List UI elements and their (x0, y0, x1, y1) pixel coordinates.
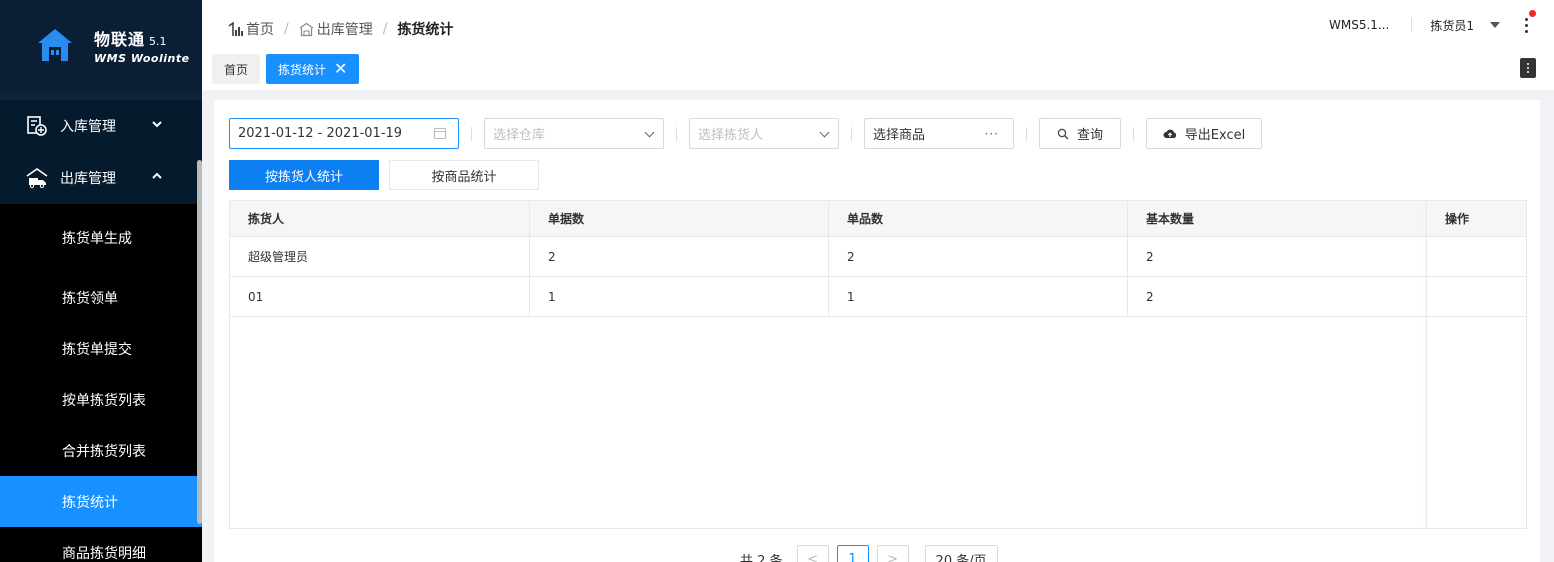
table-cell: 2 (1128, 277, 1427, 316)
caret-down-icon[interactable] (1490, 22, 1500, 28)
menu-group-label: 出库管理 (60, 171, 116, 187)
table-cell: 2 (530, 237, 829, 276)
chevron-up-icon (152, 172, 162, 179)
more-vertical-icon[interactable] (1520, 10, 1536, 34)
pagination: 共 2 条 < 1 > 20 条/页 (740, 545, 998, 562)
tab-by-picker[interactable]: 按拣货人统计 (229, 160, 379, 190)
cloud-upload-icon (1163, 129, 1176, 138)
page-size-select[interactable]: 20 条/页 (924, 545, 998, 562)
home-icon (228, 21, 243, 36)
system-selector[interactable]: WMS5.1... (1329, 18, 1389, 32)
table-cell: 2 (1128, 237, 1427, 276)
sidebar-item-pick-submit[interactable]: 拣货单提交 (0, 323, 202, 374)
product-select[interactable]: 选择商品 ··· (864, 118, 1014, 149)
sidebar-item-product-pick-detail[interactable]: 商品拣货明细 (0, 527, 202, 562)
menu-group-inbound[interactable]: 入库管理 (0, 100, 202, 152)
outbound-truck-icon (26, 168, 48, 189)
header-right: WMS5.1... 拣货员1 (1329, 10, 1536, 34)
search-icon (1057, 128, 1069, 139)
logo[interactable]: 物联通 5.1 WMS Woolinte (0, 0, 202, 90)
chevron-down-icon (819, 127, 830, 138)
warehouse-select[interactable]: 选择仓库 (484, 118, 664, 149)
table-header: 拣货人 单据数 单品数 基本数量 操作 (230, 201, 1526, 237)
notification-dot (1529, 10, 1536, 17)
menu-group-label: 入库管理 (60, 119, 116, 135)
column-header[interactable]: 单品数 (829, 201, 1128, 236)
house-logo-icon (38, 29, 72, 61)
ellipsis-icon: ··· (984, 127, 999, 141)
statistics-table: 拣货人 单据数 单品数 基本数量 操作 超级管理员 2 2 2 01 1 1 2 (229, 200, 1527, 529)
inbound-icon (27, 116, 47, 136)
chevron-down-icon (152, 121, 162, 128)
sidebar-item-merged-pick-list[interactable]: 合并拣货列表 (0, 425, 202, 476)
breadcrumb-current: 拣货统计 (397, 22, 454, 38)
table-cell (1427, 237, 1526, 276)
fixed-column-divider (1426, 201, 1427, 528)
header: 首页 / 出库管理 / 拣货统计 WMS5.1... 拣货员1 首页 拣货统计 … (202, 0, 1554, 90)
column-header[interactable]: 单据数 (530, 201, 829, 236)
sidebar-item-pick-by-order[interactable]: 按单拣货列表 (0, 374, 202, 425)
breadcrumb: 首页 / 出库管理 / 拣货统计 (228, 19, 453, 39)
picker-select[interactable]: 选择拣货人 (689, 118, 839, 149)
calendar-icon (434, 128, 446, 139)
table-cell (1427, 277, 1526, 316)
filter-bar: 2021-01-12 - 2021-01-19 选择仓库 选择拣货人 选择商品 … (229, 118, 1262, 149)
stat-mode-tabs: 按拣货人统计 按商品统计 (229, 160, 549, 190)
next-page-button[interactable]: > (876, 545, 909, 562)
table-cell: 2 (829, 237, 1128, 276)
table-row[interactable]: 超级管理员 2 2 2 (230, 237, 1526, 277)
outbound-submenu: 拣货单生成 拣货领单 拣货单提交 按单拣货列表 合并拣货列表 拣货统计 商品拣货… (0, 204, 202, 562)
sidebar-item-pick-statistics[interactable]: 拣货统计 (0, 476, 202, 527)
total-count: 共 2 条 (740, 553, 783, 562)
warehouse-icon (299, 22, 314, 36)
page-number[interactable]: 1 (836, 545, 869, 562)
main-content: 2021-01-12 - 2021-01-19 选择仓库 选择拣货人 选择商品 … (214, 100, 1540, 562)
sidebar-item-pick-list-generate[interactable]: 拣货单生成 (0, 204, 202, 272)
table-cell: 01 (230, 277, 530, 316)
close-icon[interactable]: ✕ (334, 61, 347, 77)
user-name[interactable]: 拣货员1 (1430, 17, 1474, 34)
breadcrumb-home[interactable]: 首页 (246, 19, 274, 39)
table-cell: 1 (530, 277, 829, 316)
menu-group-outbound[interactable]: 出库管理 (0, 152, 202, 204)
query-button[interactable]: 查询 (1039, 118, 1121, 149)
column-header: 操作 (1445, 212, 1470, 226)
column-header[interactable]: 拣货人 (230, 201, 530, 236)
tab-pick-statistics[interactable]: 拣货统计 ✕ (266, 54, 360, 84)
column-header[interactable]: 基本数量 (1128, 201, 1427, 236)
prev-page-button[interactable]: < (796, 545, 829, 562)
table-cell: 1 (829, 277, 1128, 316)
app-version: 5.1 (149, 34, 167, 48)
sidebar-scrollbar[interactable] (197, 160, 202, 524)
tabs-more-icon[interactable] (1520, 58, 1536, 78)
page-tabs: 首页 拣货统计 ✕ (212, 54, 365, 84)
sidebar-item-pick-claim[interactable]: 拣货领单 (0, 272, 202, 323)
chevron-down-icon (644, 127, 655, 138)
tab-home[interactable]: 首页 (212, 54, 261, 84)
sidebar: 物联通 5.1 WMS Woolinte 入库管理 出库管理 拣货单生成 拣货领单… (0, 0, 202, 562)
app-title: 物联通 (94, 29, 146, 49)
app-subtitle: WMS Woolinte (94, 51, 190, 65)
export-excel-button[interactable]: 导出Excel (1146, 118, 1262, 149)
table-row[interactable]: 01 1 1 2 (230, 277, 1526, 317)
tab-by-product[interactable]: 按商品统计 (389, 160, 539, 190)
date-range-picker[interactable]: 2021-01-12 - 2021-01-19 (229, 118, 459, 149)
table-cell: 超级管理员 (230, 237, 530, 276)
breadcrumb-parent[interactable]: 出库管理 (317, 19, 373, 39)
